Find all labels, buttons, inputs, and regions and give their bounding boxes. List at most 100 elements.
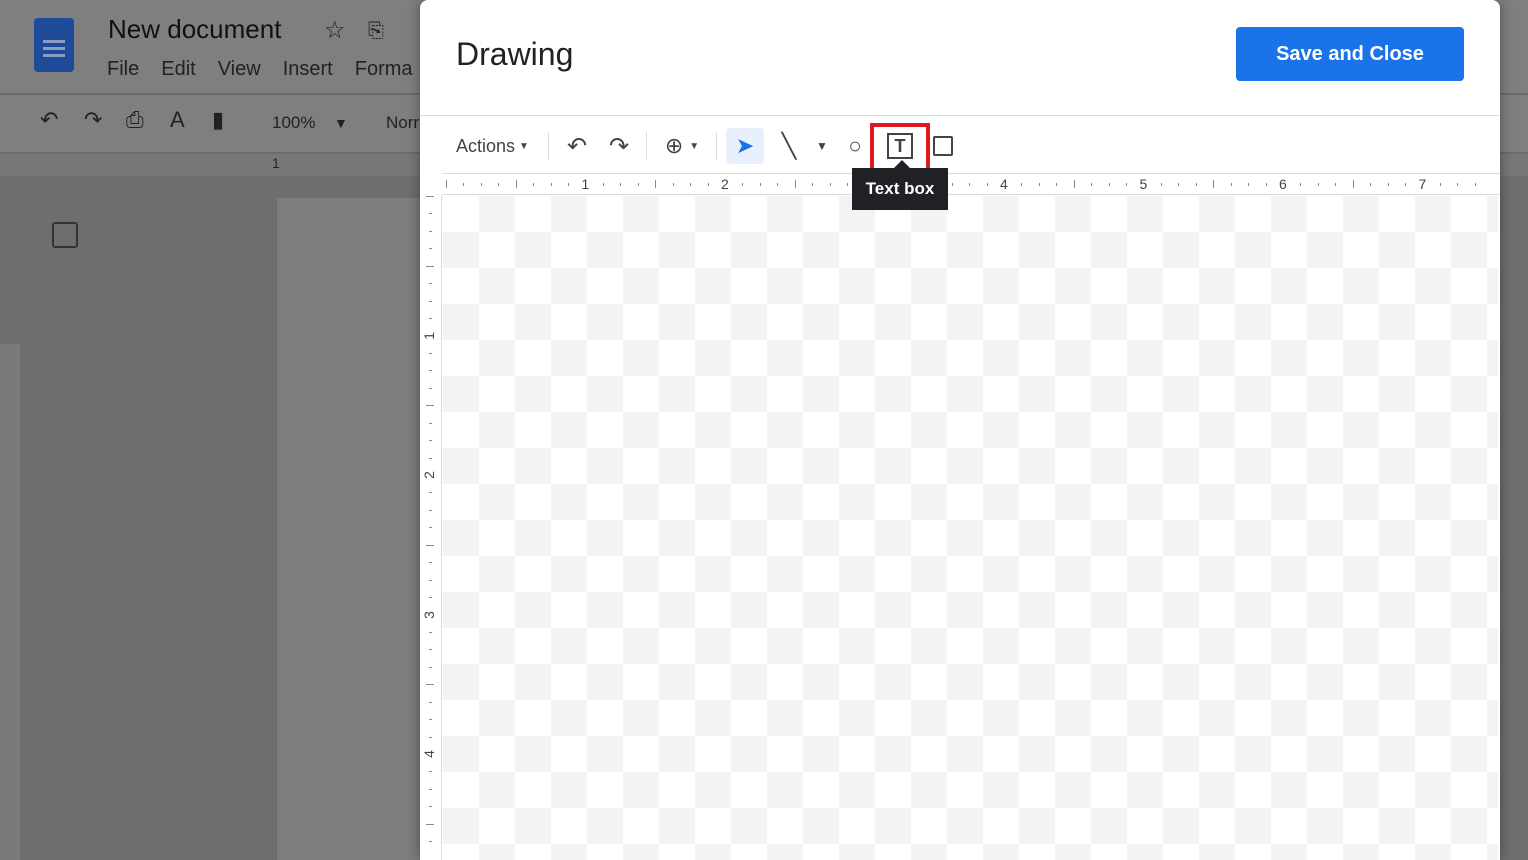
ruler-tick	[428, 370, 432, 372]
ruler-tick	[742, 182, 744, 186]
paint-format-icon[interactable]: ▮	[212, 107, 224, 133]
ruler-tick	[1091, 182, 1093, 186]
ruler-tick	[480, 182, 482, 186]
line-icon[interactable]: ╲	[774, 128, 804, 164]
ruler-tick	[428, 422, 432, 424]
image-icon[interactable]	[930, 128, 956, 164]
tooltip: Text box	[852, 160, 948, 210]
dialog-title: Drawing	[456, 36, 574, 72]
ruler-tick	[428, 230, 432, 232]
ruler-tick	[812, 182, 814, 186]
ruler-tick	[1108, 182, 1110, 186]
ruler-tick	[1178, 182, 1180, 186]
ruler-number: 3	[420, 610, 437, 619]
docs-logo-icon[interactable]	[34, 18, 74, 72]
ruler-tick	[602, 182, 604, 186]
ruler-tick	[428, 248, 432, 250]
ruler-tick	[428, 597, 432, 599]
ruler-tick	[428, 492, 432, 494]
ruler-tick	[1474, 182, 1476, 186]
document-outline-icon[interactable]	[52, 222, 78, 248]
zoom-icon[interactable]: ⊕ ▼	[658, 128, 706, 164]
ruler-tick	[428, 771, 432, 773]
ruler-tick	[637, 182, 639, 186]
ruler-tick	[428, 300, 432, 302]
ruler-tick	[1352, 180, 1354, 188]
move-folder-icon[interactable]: ⎘	[368, 20, 384, 43]
ruler-number: 1	[420, 331, 437, 340]
ruler-tick	[428, 841, 432, 843]
print-icon[interactable]: ⎙	[126, 107, 144, 133]
ruler-tick	[428, 352, 432, 354]
menu-format[interactable]: Forma	[355, 58, 413, 81]
ruler-tick	[533, 182, 535, 186]
save-and-close-button[interactable]: Save and Close	[1236, 27, 1464, 81]
ruler-tick	[446, 180, 447, 188]
ruler-tick	[428, 788, 432, 790]
actions-menu[interactable]: Actions ▼	[456, 128, 529, 164]
ruler-tick	[428, 213, 432, 215]
line-dropdown-chevron-icon[interactable]: ▼	[812, 128, 832, 164]
ruler-tick	[426, 405, 434, 407]
ruler-tick	[463, 182, 465, 186]
divider	[646, 132, 647, 160]
ruler-tick	[1248, 182, 1250, 186]
ruler-tick	[428, 666, 432, 668]
shape-icon[interactable]: ○	[842, 128, 868, 164]
spellcheck-icon[interactable]: A	[170, 107, 185, 133]
ruler-tick	[1195, 182, 1197, 186]
redo-icon[interactable]: ↷	[604, 128, 634, 164]
menu-file[interactable]: File	[107, 58, 139, 81]
ruler-tick	[1439, 182, 1441, 186]
ruler-tick	[969, 182, 971, 186]
ruler-number: 1	[272, 155, 280, 171]
ruler-tick	[1457, 182, 1459, 186]
ruler-tick	[1038, 182, 1040, 186]
ruler-tick	[426, 684, 434, 686]
chevron-down-icon: ▼	[519, 140, 529, 152]
document-title[interactable]: New document	[108, 14, 281, 45]
ruler-tick	[1335, 182, 1337, 186]
docs-vertical-ruler	[0, 344, 20, 860]
menu-view[interactable]: View	[218, 58, 261, 81]
ruler-tick	[428, 318, 432, 320]
ruler-tick	[777, 182, 779, 186]
ruler-tick	[1405, 182, 1407, 186]
ruler-number: 7	[1418, 176, 1427, 192]
ruler-tick	[568, 182, 570, 186]
style-select[interactable]: Norr	[386, 113, 419, 133]
undo-icon[interactable]: ↶	[40, 107, 58, 133]
ruler-tick	[759, 182, 761, 186]
ruler-tick	[428, 440, 432, 442]
ruler-number: 4	[420, 750, 437, 758]
menu-edit[interactable]: Edit	[161, 58, 195, 81]
ruler-tick	[428, 736, 432, 738]
ruler-tick	[498, 182, 500, 186]
ruler-tick	[428, 719, 432, 721]
ruler-tick	[672, 182, 674, 186]
ruler-tick	[1370, 182, 1372, 186]
select-pointer-icon[interactable]: ➤	[726, 128, 764, 164]
ruler-tick	[1317, 182, 1319, 186]
ruler-tick	[655, 180, 657, 188]
vertical-ruler: 1 2 3 4	[420, 195, 442, 860]
ruler-number: 1	[581, 176, 590, 192]
menu-insert[interactable]: Insert	[283, 58, 333, 81]
ruler-tick	[1265, 182, 1267, 186]
undo-icon[interactable]: ↶	[562, 128, 592, 164]
ruler-tick	[1160, 182, 1162, 186]
divider	[548, 132, 549, 160]
ruler-tick	[426, 823, 434, 825]
ruler-tick	[428, 579, 432, 581]
ruler-number: 2	[721, 176, 729, 192]
redo-icon[interactable]: ↷	[84, 107, 102, 133]
star-icon[interactable]: ☆	[324, 16, 346, 45]
ruler-number: 5	[1139, 176, 1148, 192]
drawing-canvas[interactable]	[443, 196, 1498, 860]
zoom-select[interactable]: 100%	[272, 113, 315, 133]
ruler-tick	[1300, 182, 1302, 186]
chevron-down-icon[interactable]: ▼	[334, 115, 348, 131]
ruler-tick	[428, 527, 432, 529]
ruler-tick	[428, 631, 432, 633]
ruler-tick	[829, 182, 831, 186]
